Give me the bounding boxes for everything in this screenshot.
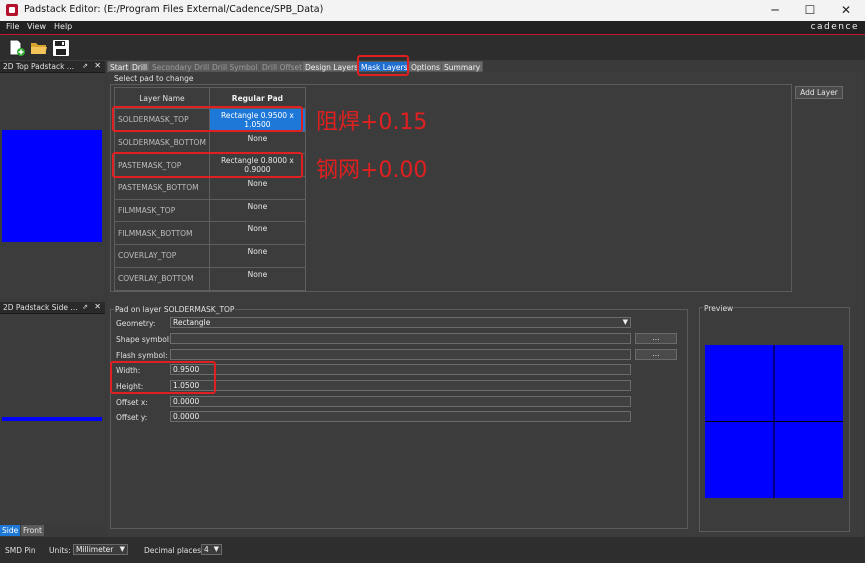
regular-pad-cell[interactable]: None xyxy=(208,176,306,200)
status-bar: SMD Pin Units: Millimeter ▼ Decimal plac… xyxy=(0,537,865,563)
table-row[interactable]: FILMMASK_TOP None xyxy=(114,198,306,223)
tab-drill-symbol[interactable]: Drill Symbol xyxy=(209,61,261,72)
regular-pad-cell[interactable]: None xyxy=(208,244,306,268)
offset-x-input[interactable]: 0.0000 xyxy=(170,396,631,407)
close-window-button[interactable]: ✕ xyxy=(828,0,864,21)
stencil-annotation: 钢网+0.00 xyxy=(316,158,428,183)
window-title: Padstack Editor: (E:/Program Files Exter… xyxy=(24,4,324,15)
layer-name-cell: SOLDERMASK_BOTTOM xyxy=(114,130,210,155)
side-view-panel xyxy=(0,314,105,524)
tab-summary[interactable]: Summary xyxy=(441,61,484,72)
tab-drill[interactable]: Drill xyxy=(129,61,151,72)
maximize-button[interactable]: ☐ xyxy=(792,0,828,21)
tab-start[interactable]: Start xyxy=(107,61,132,72)
pad-type-status: SMD Pin xyxy=(5,546,36,555)
units-select[interactable]: Millimeter ▼ xyxy=(73,544,128,555)
close-panel-icon[interactable]: ✕ xyxy=(94,61,101,70)
layer-name-cell: FILMMASK_TOP xyxy=(114,198,210,223)
pad-preview xyxy=(705,345,843,498)
pad-properties-caption: Pad on layer SOLDERMASK_TOP xyxy=(114,305,236,314)
geometry-value: Rectangle xyxy=(173,318,211,327)
table-row[interactable]: COVERLAY_TOP None xyxy=(114,244,306,268)
close-panel-icon[interactable]: ✕ xyxy=(94,302,101,311)
tab-drill-offset[interactable]: Drill Offset xyxy=(259,61,306,72)
top-view-pad-shape xyxy=(2,130,102,242)
decimal-places-value: 4 xyxy=(204,545,209,554)
float-panel-icon[interactable]: ⇗ xyxy=(82,303,88,311)
top-view-panel xyxy=(0,73,105,299)
flash-symbol-input[interactable] xyxy=(170,349,631,360)
side-view-panel-title: 2D Padstack Side ... xyxy=(3,303,78,312)
shape-symbol-label: Shape symbol: xyxy=(116,335,172,344)
offset-y-label: Offset y: xyxy=(116,413,148,422)
toolbar xyxy=(0,35,865,60)
tab-side-view[interactable]: Side xyxy=(0,525,21,536)
select-pad-caption: Select pad to change xyxy=(114,74,194,83)
highlight-pastemask-top-row xyxy=(112,152,303,178)
table-row[interactable]: PASTEMASK_BOTTOM None xyxy=(114,176,306,200)
width-input[interactable]: 0.9500 xyxy=(170,364,631,375)
menu-bar: File View Help cadence xyxy=(0,21,865,34)
regular-pad-cell[interactable]: None xyxy=(208,266,306,291)
open-folder-icon[interactable] xyxy=(30,39,48,57)
layer-name-cell: COVERLAY_BOTTOM xyxy=(114,266,210,291)
geometry-select[interactable]: Rectangle ▼ xyxy=(170,317,631,328)
highlight-width-height xyxy=(110,361,216,394)
regular-pad-cell[interactable]: None xyxy=(208,130,306,155)
layer-name-cell: COVERLAY_TOP xyxy=(114,244,210,268)
side-view-pad-line xyxy=(2,417,102,421)
decimal-places-select[interactable]: 4 ▼ xyxy=(201,544,222,555)
preview-caption: Preview xyxy=(703,304,735,313)
mask-layers-page: Select pad to change Layer Name Regular … xyxy=(107,72,863,537)
chevron-down-icon: ▼ xyxy=(622,318,628,326)
offset-y-input[interactable]: 0.0000 xyxy=(170,411,631,422)
minimize-button[interactable]: ─ xyxy=(757,0,793,21)
tab-secondary-drill[interactable]: Secondary Drill xyxy=(149,61,213,72)
tab-options[interactable]: Options xyxy=(408,61,443,72)
shape-symbol-input[interactable] xyxy=(170,333,631,344)
menu-file[interactable]: File xyxy=(6,22,19,31)
chevron-down-icon: ▼ xyxy=(119,545,125,553)
menu-help[interactable]: Help xyxy=(54,22,72,31)
layer-name-cell: FILMMASK_BOTTOM xyxy=(114,221,210,246)
geometry-label: Geometry: xyxy=(116,319,156,328)
units-label: Units: xyxy=(49,546,71,555)
regular-pad-cell[interactable]: None xyxy=(208,198,306,223)
flash-symbol-label: Flash symbol: xyxy=(116,351,168,360)
menu-view[interactable]: View xyxy=(27,22,46,31)
highlight-mask-layers-tab xyxy=(357,55,409,76)
add-layer-button[interactable]: Add Layer xyxy=(795,86,843,99)
highlight-soldermask-top-row xyxy=(112,106,303,132)
save-icon[interactable] xyxy=(52,39,70,57)
side-view-panel-header: 2D Padstack Side ... ⇗ ✕ xyxy=(0,302,105,314)
decimal-places-label: Decimal places: xyxy=(144,546,204,555)
table-row[interactable]: SOLDERMASK_BOTTOM None xyxy=(114,130,306,155)
height-input[interactable]: 1.0500 xyxy=(170,380,631,391)
title-bar: Padstack Editor: (E:/Program Files Exter… xyxy=(0,0,865,21)
new-file-icon[interactable] xyxy=(8,39,26,57)
units-value: Millimeter xyxy=(76,545,114,554)
table-row[interactable]: COVERLAY_BOTTOM None xyxy=(114,266,306,291)
shape-symbol-browse-button[interactable]: ... xyxy=(635,333,677,344)
top-view-panel-title: 2D Top Padstack ... xyxy=(3,62,74,71)
top-view-panel-header: 2D Top Padstack ... ⇗ ✕ xyxy=(0,61,105,73)
app-icon xyxy=(6,4,18,16)
padstack-editor-window: Padstack Editor: (E:/Program Files Exter… xyxy=(0,0,865,563)
tab-design-layers[interactable]: Design Layers xyxy=(302,61,362,72)
soldermask-annotation: 阻焊+0.15 xyxy=(316,110,428,135)
regular-pad-cell[interactable]: None xyxy=(208,221,306,246)
flash-symbol-browse-button[interactable]: ... xyxy=(635,349,677,360)
table-row[interactable]: FILMMASK_BOTTOM None xyxy=(114,221,306,246)
tab-front-view[interactable]: Front xyxy=(21,525,44,536)
offset-x-label: Offset x: xyxy=(116,398,148,407)
float-panel-icon[interactable]: ⇗ xyxy=(82,62,88,70)
layer-name-cell: PASTEMASK_BOTTOM xyxy=(114,176,210,200)
cadence-logo: cadence xyxy=(810,22,859,32)
chevron-down-icon: ▼ xyxy=(213,545,219,553)
